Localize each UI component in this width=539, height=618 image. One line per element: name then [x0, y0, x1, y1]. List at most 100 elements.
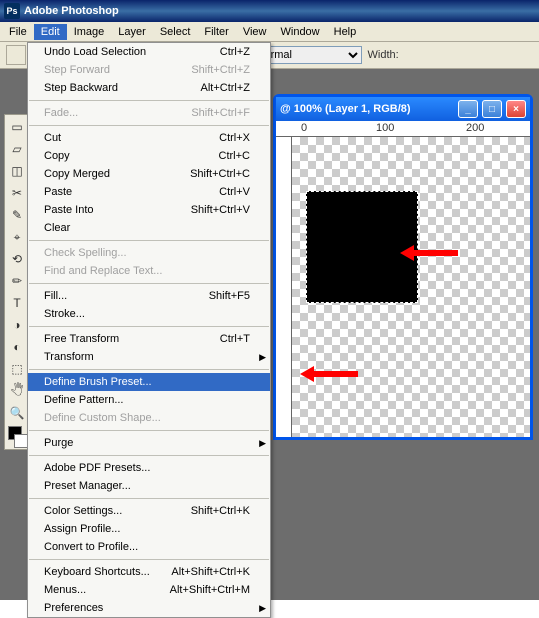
menu-shortcut: Alt+Ctrl+Z: [200, 82, 250, 94]
menu-filter[interactable]: Filter: [197, 24, 235, 40]
menu-view[interactable]: View: [236, 24, 274, 40]
menu-separator: [29, 100, 269, 101]
menu-item-label: Preset Manager...: [44, 480, 131, 492]
edit-menu-copy-merged[interactable]: Copy MergedShift+Ctrl+C: [28, 165, 270, 183]
tool-2[interactable]: ◫: [6, 160, 28, 182]
document-titlebar[interactable]: @ 100% (Layer 1, RGB/8) _ □ ×: [276, 97, 530, 121]
menu-window[interactable]: Window: [274, 24, 327, 40]
edit-menu-color-settings[interactable]: Color Settings...Shift+Ctrl+K: [28, 502, 270, 520]
edit-menu-define-pattern[interactable]: Define Pattern...: [28, 391, 270, 409]
edit-menu-define-brush-preset[interactable]: Define Brush Preset...: [28, 373, 270, 391]
tool-9[interactable]: ◑: [6, 314, 28, 336]
edit-menu-purge[interactable]: Purge▶: [28, 434, 270, 452]
menu-item-label: Step Forward: [44, 64, 110, 76]
edit-menu-copy[interactable]: CopyCtrl+C: [28, 147, 270, 165]
menu-separator: [29, 125, 269, 126]
tool-4[interactable]: ✎: [6, 204, 28, 226]
menu-shortcut: Shift+Ctrl+K: [191, 505, 250, 517]
tool-6[interactable]: ⟲: [6, 248, 28, 270]
app-titlebar: Ps Adobe Photoshop: [0, 0, 539, 22]
edit-menu-step-forward: Step Forward Shift+Ctrl+Z: [28, 61, 270, 79]
photoshop-icon: Ps: [4, 3, 20, 19]
menu-image[interactable]: Image: [67, 24, 112, 40]
edit-menu-preset-manager[interactable]: Preset Manager...: [28, 477, 270, 495]
menu-item-label: Convert to Profile...: [44, 541, 138, 553]
submenu-arrow-icon: ▶: [259, 603, 266, 614]
menu-item-label: Fade...: [44, 107, 78, 119]
minimize-button[interactable]: _: [458, 100, 478, 118]
menu-item-label: Stroke...: [44, 308, 85, 320]
edit-menu-undo-load-selection[interactable]: Undo Load SelectionCtrl+Z: [28, 43, 270, 61]
edit-menu-define-custom-shape: Define Custom Shape...: [28, 409, 270, 427]
tool-13[interactable]: 🔍: [6, 402, 28, 424]
submenu-arrow-icon: ▶: [259, 352, 266, 363]
menu-item-label: Paste: [44, 186, 72, 198]
menu-shortcut: Shift+Ctrl+F: [191, 107, 250, 119]
menu-item-label: Copy: [44, 150, 70, 162]
edit-menu-convert-to-profile[interactable]: Convert to Profile...: [28, 538, 270, 556]
tool-10[interactable]: ◐: [6, 336, 28, 358]
edit-menu-keyboard-shortcuts[interactable]: Keyboard Shortcuts...Alt+Shift+Ctrl+K: [28, 563, 270, 581]
edit-menu-menus[interactable]: Menus...Alt+Shift+Ctrl+M: [28, 581, 270, 599]
edit-menu-cut[interactable]: CutCtrl+X: [28, 129, 270, 147]
background-swatch[interactable]: [14, 434, 28, 448]
menu-item-label: Check Spelling...: [44, 247, 127, 259]
current-tool-icon[interactable]: [6, 45, 26, 65]
close-button[interactable]: ×: [506, 100, 526, 118]
tool-3[interactable]: ✂: [6, 182, 28, 204]
maximize-button[interactable]: □: [482, 100, 502, 118]
menu-layer[interactable]: Layer: [111, 24, 153, 40]
tool-7[interactable]: ✏: [6, 270, 28, 292]
tool-1[interactable]: ▱: [6, 138, 28, 160]
menu-file[interactable]: File: [2, 24, 34, 40]
menu-shortcut: Shift+Ctrl+C: [190, 168, 250, 180]
menu-select[interactable]: Select: [153, 24, 198, 40]
menu-item-label: Preferences: [44, 602, 103, 614]
edit-menu-fill[interactable]: Fill...Shift+F5: [28, 287, 270, 305]
edit-menu-step-backward[interactable]: Step BackwardAlt+Ctrl+Z: [28, 79, 270, 97]
edit-menu-transform[interactable]: Transform ▶: [28, 348, 270, 366]
menu-shortcut: Shift+Ctrl+V: [191, 204, 250, 216]
ruler-horizontal: 0 100 200: [276, 121, 530, 137]
edit-menu-preferences[interactable]: Preferences ▶: [28, 599, 270, 617]
menu-item-label: Define Custom Shape...: [44, 412, 161, 424]
menu-edit[interactable]: Edit: [34, 24, 67, 40]
menu-separator: [29, 498, 269, 499]
menu-item-label: Adobe PDF Presets...: [44, 462, 150, 474]
menu-item-label: Cut: [44, 132, 61, 144]
menu-shortcut: Ctrl+T: [220, 333, 250, 345]
menu-separator: [29, 326, 269, 327]
menu-item-label: Menus...: [44, 584, 86, 596]
menu-item-label: Clear: [44, 222, 70, 234]
tool-5[interactable]: ⌖: [6, 226, 28, 248]
edit-menu-adobe-pdf-presets[interactable]: Adobe PDF Presets...: [28, 459, 270, 477]
menu-help[interactable]: Help: [327, 24, 364, 40]
tool-11[interactable]: ⬚: [6, 358, 28, 380]
tool-12[interactable]: 🖑: [6, 380, 28, 402]
document-title: @ 100% (Layer 1, RGB/8): [280, 103, 454, 115]
menu-item-label: Purge: [44, 437, 73, 449]
edit-menu-stroke[interactable]: Stroke...: [28, 305, 270, 323]
width-label: Width:: [368, 49, 399, 61]
menu-shortcut: Shift+Ctrl+Z: [191, 64, 250, 76]
menubar: FileEditImageLayerSelectFilterViewWindow…: [0, 22, 539, 42]
edit-menu-paste-into[interactable]: Paste IntoShift+Ctrl+V: [28, 201, 270, 219]
menu-separator: [29, 455, 269, 456]
tool-8[interactable]: T: [6, 292, 28, 314]
menu-item-label: Fill...: [44, 290, 67, 302]
menu-item-label: Free Transform: [44, 333, 119, 345]
menu-item-label: Define Brush Preset...: [44, 376, 152, 388]
menu-separator: [29, 559, 269, 560]
edit-menu-find-and-replace-text: Find and Replace Text...: [28, 262, 270, 280]
edit-menu-paste[interactable]: PasteCtrl+V: [28, 183, 270, 201]
edit-menu-free-transform[interactable]: Free Transform Ctrl+T: [28, 330, 270, 348]
menu-item-label: Transform: [44, 351, 94, 363]
edit-menu-clear[interactable]: Clear: [28, 219, 270, 237]
menu-item-label: Define Pattern...: [44, 394, 124, 406]
canvas[interactable]: [292, 137, 530, 437]
annotation-arrow-2: [300, 364, 360, 384]
ruler-vertical: [276, 137, 292, 437]
tool-0[interactable]: ▭: [6, 116, 28, 138]
edit-menu-dropdown: Undo Load SelectionCtrl+Z Step Forward Shi…: [27, 42, 271, 618]
edit-menu-assign-profile[interactable]: Assign Profile...: [28, 520, 270, 538]
